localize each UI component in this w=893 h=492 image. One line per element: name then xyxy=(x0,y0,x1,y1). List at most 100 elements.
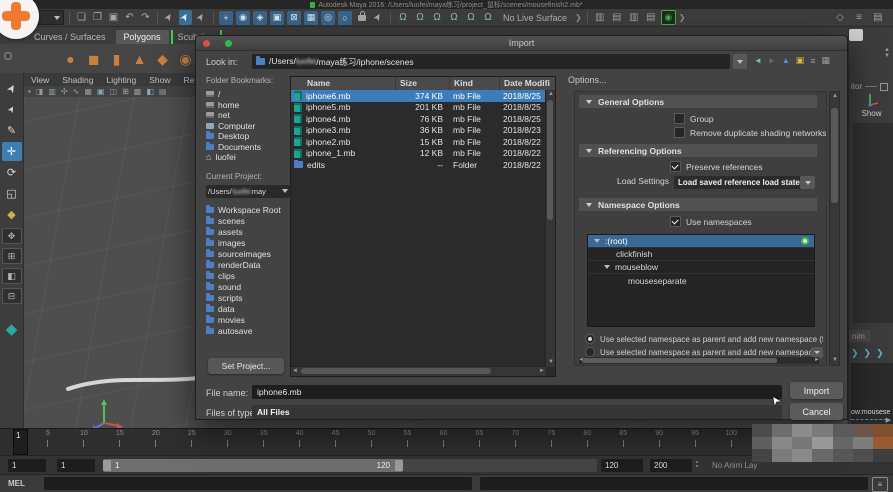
scrollbar-thumb[interactable] xyxy=(582,358,777,363)
import-button[interactable]: Import xyxy=(790,382,843,399)
playback-start-field[interactable]: 1 xyxy=(57,459,95,472)
hand-icon[interactable]: ❯ xyxy=(851,348,859,359)
layout-persp-outliner-button[interactable]: ◧ xyxy=(2,268,22,284)
panel-icon[interactable]: ◨ xyxy=(36,87,44,96)
snap-to-curve-icon[interactable]: Ω xyxy=(413,12,427,23)
range-handle-right[interactable] xyxy=(395,460,403,471)
detail-view-icon[interactable]: ▦ xyxy=(822,55,831,66)
scroll-down-icon[interactable]: ▼ xyxy=(832,356,838,365)
namespace-item[interactable]: mouseseparate xyxy=(588,274,814,287)
column-header-kind[interactable]: Kind xyxy=(449,77,499,90)
hand-icon[interactable]: ❯ xyxy=(864,348,872,359)
file-row[interactable]: iphone6.mb 374 KB mb File 2018/8/25 xyxy=(291,90,555,102)
expand-triangle-icon[interactable] xyxy=(594,239,600,243)
channel-box-toggle-icon[interactable]: ≡ xyxy=(852,12,866,23)
poly-plane-icon[interactable]: ◆ xyxy=(154,49,171,69)
range-handle-left[interactable] xyxy=(103,460,111,471)
namespace-options-header[interactable]: Namespace Options xyxy=(579,198,817,211)
files-of-type-select[interactable]: All Files xyxy=(252,405,782,419)
scroll-up-icon[interactable]: ▲ xyxy=(832,92,838,101)
project-folder-item[interactable]: data xyxy=(206,304,290,315)
project-folder-item[interactable]: scenes xyxy=(206,216,290,227)
save-scene-icon[interactable]: ▣ xyxy=(107,10,120,25)
project-folder-item[interactable]: movies xyxy=(206,315,290,326)
project-folder-item[interactable]: Workspace Root xyxy=(206,205,290,216)
look-in-path-field[interactable]: /Users/luofei/maya练习/iphone/scenes xyxy=(252,54,730,69)
anim-tab[interactable]: nim xyxy=(849,330,871,342)
scrollbar-thumb[interactable] xyxy=(547,100,553,220)
file-row[interactable]: iphone2.mb 15 KB mb File 2018/8/22 xyxy=(291,136,555,148)
render-view-icon[interactable]: ◉ xyxy=(661,10,676,25)
animation-end-field[interactable]: 200 xyxy=(650,459,692,472)
panel-tab[interactable] xyxy=(849,29,863,41)
poly-torus-icon[interactable]: ◉ xyxy=(177,49,194,69)
poly-cube-icon[interactable]: ◼ xyxy=(85,49,102,69)
poly-cone-icon[interactable]: ▲ xyxy=(131,49,148,69)
scroll-right-icon[interactable]: ► xyxy=(814,356,820,365)
tool-icon-3[interactable]: ◈ xyxy=(253,11,267,25)
column-header-date[interactable]: Date Modifi xyxy=(499,77,555,90)
panel-icon[interactable]: ◧ xyxy=(146,87,154,96)
use-namespaces-checkbox[interactable] xyxy=(670,216,681,227)
scroll-left-icon[interactable]: ◄ xyxy=(292,367,298,376)
collapse-chevrons-icon[interactable]: ▲▼ xyxy=(884,47,890,59)
range-slider[interactable]: 1 120 xyxy=(103,459,597,472)
bookmark-documents[interactable]: Documents xyxy=(206,142,290,153)
project-folder-item[interactable]: scripts xyxy=(206,293,290,304)
poly-sphere-icon[interactable]: ● xyxy=(62,49,79,69)
ipr-render-icon[interactable]: ▤ xyxy=(610,12,624,23)
tool-icon-5[interactable]: ⊠ xyxy=(287,11,301,25)
panel-icon[interactable]: ▤ xyxy=(159,87,167,96)
tool-icon-6[interactable]: ▦ xyxy=(304,11,318,25)
panel-icon[interactable]: ✣ xyxy=(61,87,68,96)
cancel-button[interactable]: Cancel xyxy=(790,403,843,420)
tool-icon-7[interactable]: ◎ xyxy=(321,11,335,25)
project-folder-item[interactable]: sourceimages xyxy=(206,249,290,260)
group-checkbox-row[interactable]: Group xyxy=(674,113,714,124)
column-header-size[interactable]: Size xyxy=(395,77,449,90)
hand-icon[interactable]: ❯ xyxy=(876,348,884,359)
new-folder-icon[interactable]: ▣ xyxy=(796,55,805,66)
options-horizontal-scrollbar[interactable]: ◄ ► xyxy=(579,357,819,364)
namespace-item[interactable]: clickfinish xyxy=(588,248,814,261)
radio-selected[interactable] xyxy=(585,334,595,344)
namespace-item[interactable]: mouseblow xyxy=(588,261,814,274)
poly-cylinder-icon[interactable]: ▮ xyxy=(108,49,125,69)
tool-icon-8[interactable]: ○ xyxy=(338,11,352,25)
scroll-right-icon[interactable]: ► xyxy=(539,367,545,376)
bookmark-user-home[interactable]: ⌂luofei xyxy=(206,152,290,163)
bookmark-root[interactable]: / xyxy=(206,89,290,100)
move-tool[interactable]: ✛ xyxy=(2,142,22,161)
preserve-references-checkbox[interactable] xyxy=(670,161,681,172)
file-row[interactable]: iphone5.mb 201 KB mb File 2018/8/25 xyxy=(291,102,555,114)
snap-to-view-plane-icon[interactable]: Ω xyxy=(464,12,478,23)
lasso-tool[interactable]: ➤ xyxy=(2,100,22,119)
project-folder-item[interactable]: assets xyxy=(206,227,290,238)
mel-label[interactable]: MEL xyxy=(8,479,25,488)
current-frame-indicator[interactable]: 1 xyxy=(13,429,28,455)
use-namespaces-row[interactable]: Use namespaces xyxy=(670,216,752,227)
shelf-popup-icon[interactable] xyxy=(4,52,12,60)
file-list-horizontal-scrollbar[interactable]: ◄ ► xyxy=(291,366,546,376)
paint-select-tool[interactable]: ✎ xyxy=(2,121,22,140)
shelf-tab-polygons[interactable]: Polygons xyxy=(116,30,169,44)
panel-icon[interactable]: ▩ xyxy=(134,87,142,96)
expand-triangle-icon[interactable] xyxy=(604,265,610,269)
outliner-toggle-icon[interactable]: ◇ xyxy=(833,12,847,23)
column-header-name[interactable]: Name xyxy=(291,77,395,90)
panel-menu-show[interactable]: Show xyxy=(149,75,170,85)
panel-menu-lighting[interactable]: Lighting xyxy=(106,75,136,85)
project-folder-item[interactable]: renderData xyxy=(206,260,290,271)
lock-selection-icon[interactable] xyxy=(358,15,366,21)
window-icon[interactable] xyxy=(880,83,888,91)
tool-icon-1[interactable]: + xyxy=(219,11,233,25)
tool-icon-4[interactable]: ▣ xyxy=(270,11,284,25)
mel-input-field[interactable] xyxy=(44,477,472,490)
namespace-radio-parent-string[interactable]: Use selected namespace as parent and add… xyxy=(585,347,823,357)
scrollbar-thumb[interactable] xyxy=(831,108,838,203)
snap-to-grid-icon[interactable]: Ω xyxy=(396,12,410,23)
panel-menu-shading[interactable]: Shading xyxy=(62,75,93,85)
path-dropdown-button[interactable] xyxy=(733,54,747,69)
layout-persp-graph-button[interactable]: ⊟ xyxy=(2,288,22,304)
layout-single-pane-button[interactable]: ✥ xyxy=(2,228,22,244)
